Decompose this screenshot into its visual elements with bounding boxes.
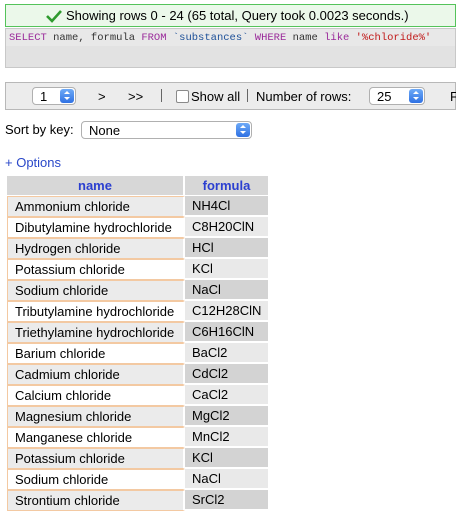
success-message-bar: Showing rows 0 - 24 (65 total, Query too… bbox=[5, 4, 456, 27]
cell-formula: C12H28ClN bbox=[185, 301, 268, 322]
checkmark-icon bbox=[46, 10, 62, 23]
cell-formula: C6H16ClN bbox=[185, 322, 268, 343]
sort-by-key-label: Sort by key: bbox=[5, 122, 74, 137]
chevron-updown-icon bbox=[60, 89, 74, 103]
table-row[interactable]: Magnesium chloride MgCl2 bbox=[7, 406, 268, 427]
cell-name: Dibutylamine hydrochloride bbox=[7, 217, 185, 238]
cell-formula: MgCl2 bbox=[185, 406, 268, 427]
table-header-row: name formula bbox=[7, 176, 268, 196]
cell-name: Triethylamine hydrochloride bbox=[7, 322, 185, 343]
table-row[interactable]: Tributylamine hydrochloride C12H28ClN bbox=[7, 301, 268, 322]
sql-query-footer bbox=[6, 46, 455, 67]
table-row[interactable]: Cadmium chloride CdCl2 bbox=[7, 364, 268, 385]
cell-formula: MnCl2 bbox=[185, 427, 268, 448]
table-row[interactable]: Potassium chloride KCl bbox=[7, 448, 268, 469]
table-row[interactable]: Strontium chloride SrCl2 bbox=[7, 490, 268, 511]
table-row[interactable]: Dibutylamine hydrochloride C8H20ClN bbox=[7, 217, 268, 238]
options-link[interactable]: + Options bbox=[5, 155, 61, 170]
table-row[interactable]: Ammonium chloride NH4Cl bbox=[7, 196, 268, 217]
divider bbox=[161, 89, 162, 102]
cell-formula: SrCl2 bbox=[185, 490, 268, 511]
pagination-bar: 1 > >> Show all Number of rows: 25 F bbox=[5, 82, 456, 110]
table-row[interactable]: Calcium chloride CaCl2 bbox=[7, 385, 268, 406]
table-row[interactable]: Manganese chloride MnCl2 bbox=[7, 427, 268, 448]
cell-name: Potassium chloride bbox=[7, 259, 185, 280]
cell-formula: KCl bbox=[185, 448, 268, 469]
chevron-updown-icon bbox=[409, 89, 423, 103]
table-row[interactable]: Hydrogen chloride HCl bbox=[7, 238, 268, 259]
chevron-updown-icon bbox=[236, 123, 250, 137]
next-page-button[interactable]: > bbox=[98, 89, 106, 104]
cell-formula: BaCl2 bbox=[185, 343, 268, 364]
cell-name: Potassium chloride bbox=[7, 448, 185, 469]
table-row[interactable]: Sodium chloride NaCl bbox=[7, 280, 268, 301]
cell-name: Manganese chloride bbox=[7, 427, 185, 448]
cell-name: Barium chloride bbox=[7, 343, 185, 364]
cell-formula: CdCl2 bbox=[185, 364, 268, 385]
cell-formula: NH4Cl bbox=[185, 196, 268, 217]
show-all-label: Show all bbox=[191, 89, 241, 104]
sql-query-box[interactable]: SELECT name, formula FROM `substances` W… bbox=[5, 28, 456, 68]
cell-formula: C8H20ClN bbox=[185, 217, 268, 238]
table-body: Ammonium chloride NH4Cl Dibutylamine hydr… bbox=[7, 196, 268, 511]
sql-query-text: SELECT name, formula FROM `substances` W… bbox=[9, 32, 432, 44]
success-message-text: Showing rows 0 - 24 (65 total, Query too… bbox=[66, 8, 409, 23]
cell-formula: KCl bbox=[185, 259, 268, 280]
cell-formula: NaCl bbox=[185, 469, 268, 490]
cell-name: Sodium chloride bbox=[7, 469, 185, 490]
cell-name: Sodium chloride bbox=[7, 280, 185, 301]
table-row[interactable]: Potassium chloride KCl bbox=[7, 259, 268, 280]
cell-name: Magnesium chloride bbox=[7, 406, 185, 427]
cell-formula: NaCl bbox=[185, 280, 268, 301]
cell-formula: CaCl2 bbox=[185, 385, 268, 406]
cell-name: Strontium chloride bbox=[7, 490, 185, 511]
cell-name: Hydrogen chloride bbox=[7, 238, 185, 259]
results-table: name formula Ammonium chloride NH4Cl Dibu… bbox=[7, 176, 268, 511]
rows-per-page-select[interactable]: 25 bbox=[369, 87, 425, 105]
cell-name: Cadmium chloride bbox=[7, 364, 185, 385]
cell-name: Calcium chloride bbox=[7, 385, 185, 406]
cell-name: Ammonium chloride bbox=[7, 196, 185, 217]
divider bbox=[247, 89, 248, 102]
last-page-button[interactable]: >> bbox=[128, 89, 143, 104]
cell-name: Tributylamine hydrochloride bbox=[7, 301, 185, 322]
page-select[interactable]: 1 bbox=[32, 87, 76, 105]
show-all-checkbox[interactable] bbox=[176, 90, 189, 103]
rows-per-page-label: Number of rows: bbox=[256, 89, 352, 104]
column-header-formula[interactable]: formula bbox=[185, 176, 268, 196]
cell-formula: HCl bbox=[185, 238, 268, 259]
filter-label: F bbox=[450, 89, 456, 104]
sort-by-key-select[interactable]: None bbox=[81, 121, 252, 139]
table-row[interactable]: Sodium chloride NaCl bbox=[7, 469, 268, 490]
column-header-name[interactable]: name bbox=[7, 176, 185, 196]
table-row[interactable]: Barium chloride BaCl2 bbox=[7, 343, 268, 364]
table-row[interactable]: Triethylamine hydrochloride C6H16ClN bbox=[7, 322, 268, 343]
